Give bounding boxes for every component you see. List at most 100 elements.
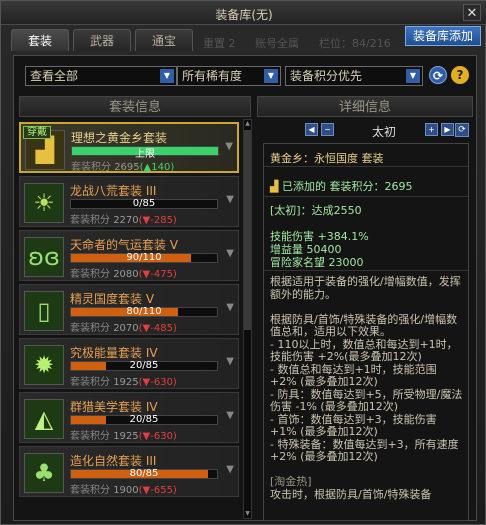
set-progress-text: 20/85 [129,360,159,371]
set-info-header: 套装信息 [19,96,251,117]
page-last-icon[interactable]: ▶ [441,123,454,136]
chevron-down-icon: ▼ [406,69,420,83]
detail-info-header: 详细信息 [257,96,473,117]
expand-chevron-icon[interactable]: ▼ [226,302,234,313]
ghost-text-1: 重置 2 [203,37,236,50]
page-prev-icon[interactable]: − [321,123,334,136]
set-score-value: 1900 [113,485,139,496]
set-score-label: 套装积分 [70,323,114,334]
set-progress-text: 90/110 [126,252,162,263]
set-list-item[interactable]: ʚɞ 天命者的气运套装 V 90/110 套装积分 2080(▼-475) ▼ [19,230,239,281]
set-list-scrollbar[interactable]: ▲ ▼ [243,119,252,519]
expand-chevron-icon[interactable]: ▼ [226,248,234,259]
set-progress-bar: 80/85 [70,468,218,479]
rarity-filter-value: 所有稀有度 [182,69,243,83]
help-icon[interactable]: ? [451,66,469,84]
filter-bar: 查看全部 ▼ 所有稀有度 ▼ 装备积分优先 ▼ ⟳ ? [15,66,475,88]
set-score-label: 套装积分 [70,215,114,226]
tree-icon: ♣ [24,453,64,493]
expand-chevron-icon[interactable]: ▼ [226,356,234,367]
view-filter-select[interactable]: 查看全部 ▼ [25,66,177,86]
set-list-item[interactable]: ♣ 造化自然套装 III 80/85 套装积分 1900(▼-655) ▼ [19,446,239,497]
set-name: 究极能量套装 IV [70,346,158,360]
set-score: 套装积分 2080(▼-475) [70,265,177,280]
ghost-text-2: 账号全属 [255,37,299,50]
equipment-library-window: 装备库(无) ✕ 套装 武器 通宝 重置 2 账号全属 栏位：84/216 装备… [0,0,486,525]
detail-pager: ◀ − 太初 + ▶ [305,123,465,139]
set-score: 套装积分 1900(▼-655) [70,481,177,496]
view-filter-value: 查看全部 [30,69,79,83]
detail-refresh-icon[interactable]: ⟳ [455,123,469,137]
expand-chevron-icon[interactable]: ▼ [226,410,234,421]
detail-panel: ◀ − 太初 + ▶ ⟳ 黄金乡：永恒国度 套装 ▟ 已添加的 套装积分：269… [257,119,475,523]
set-score: 套装积分 1925(▼-630) [70,373,177,388]
set-score-delta: (▼-655) [138,485,177,496]
page-first-icon[interactable]: ◀ [305,123,318,136]
divider [264,166,468,167]
expand-chevron-icon[interactable]: ▼ [225,141,233,152]
detail-description-line: - 110以上时，数值总和每达到+1时，技能伤害 +2%(最多叠加12次) [270,337,458,363]
scroll-up-icon[interactable]: ▲ [244,120,251,128]
divider [264,196,468,197]
butterfly-icon: ʚɞ [24,237,64,277]
detail-content-box: 黄金乡：永恒国度 套装 ▟ 已添加的 套装积分：2695 [太初]：达成2550… [263,143,469,521]
energy-burst-icon: ✹ [24,345,64,385]
chevron-down-icon: ▼ [264,69,278,83]
set-score-value: 2080 [113,269,139,280]
rarity-filter-select[interactable]: 所有稀有度 ▼ [177,66,281,86]
set-score: 套装积分 1925(▼-630) [70,427,177,442]
detail-description-line: - 防具：数值每达到+5，所受物理/魔法伤害 -1% (最多叠加12次) [270,387,463,413]
detail-description-line: 攻击时，根据防具/首饰/特殊装备 [270,487,432,501]
set-progress-text: 0/85 [132,198,156,209]
set-score-label: 套装积分 [70,431,114,442]
set-name: 龙战八荒套装 III [70,184,157,198]
set-score-delta: (▼-475) [138,269,177,280]
detail-stat: 冒险家名望 23000 [270,256,364,269]
wolf-icon: ◭ [24,399,64,439]
set-name: 造化自然套装 III [70,454,157,468]
set-score-value: 2270 [113,215,139,226]
set-score-value: 2695 [114,162,140,173]
title-bar: 装备库(无) ✕ [1,1,486,25]
set-score: 套装积分 2270(▼-285) [70,211,177,226]
set-name: 理想之黄金乡套装 [71,131,168,145]
detail-description-line: [淘金热] [270,475,312,488]
set-score-delta: (▼-485) [138,323,177,334]
set-list-item[interactable]: ▟ 穿戴 理想之黄金乡套装 上限 套装积分 2695(▲140) ▼ [19,122,239,173]
refresh-icon[interactable]: ⟳ [429,66,447,84]
set-progress-bar: 20/85 [70,414,218,425]
detail-description-line: - 特殊装备：数值每达到+3，所有速度 +2% (最多叠加12次) [270,437,459,463]
detail-description-line: 根据适用于装备的强化/增幅数值，发挥额外的能力。 [270,275,461,301]
detail-description-line [270,301,466,314]
set-score-label: 套装积分 [71,162,115,173]
window-title: 装备库(无) [215,8,273,22]
add-to-library-button[interactable]: 装备库添加 [405,26,481,46]
tab-bar: 套装 武器 通宝 [11,29,193,51]
sort-select[interactable]: 装备积分优先 ▼ [285,66,423,86]
tab-weapons[interactable]: 武器 [73,29,131,51]
detail-description: 根据适用于装备的强化/增幅数值，发挥额外的能力。 根据防具/首饰/特殊装备的强化… [270,275,466,501]
tab-sets[interactable]: 套装 [11,29,69,51]
close-icon[interactable]: ✕ [463,4,481,21]
sunrise-icon: ☀ [24,183,64,223]
detail-description-line: 根据防具/首饰/特殊装备的强化/增幅数值总和，适用以下效果。 [270,312,458,338]
set-list-item[interactable]: ☀ 龙战八荒套装 III 0/85 套装积分 2270(▼-285) ▼ [19,176,239,227]
set-progress-text: 80/110 [126,306,162,317]
set-progress-bar: 0/85 [70,198,218,209]
set-list: ▟ 穿戴 理想之黄金乡套装 上限 套装积分 2695(▲140) ▼ ☀ 龙战八荒套装 III… [19,119,255,523]
set-score-delta: (▼-285) [138,215,177,226]
gold-bars-icon: ▟ [270,180,279,193]
page-next-icon[interactable]: + [425,123,438,136]
scroll-down-icon[interactable]: ▼ [244,510,251,518]
tab-tongbao[interactable]: 通宝 [135,29,193,51]
set-list-item[interactable]: ◭ 群猎美学套装 IV 20/85 套装积分 1925(▼-630) ▼ [19,392,239,443]
set-name: 精灵国度套装 V [70,292,155,306]
expand-chevron-icon[interactable]: ▼ [226,194,234,205]
set-progress-bar: 90/110 [70,252,218,263]
set-score-label: 套装积分 [70,485,114,496]
set-score: 套装积分 2070(▼-485) [70,319,177,334]
scroll-thumb[interactable] [244,130,251,330]
set-list-item[interactable]: ▯ 精灵国度套装 V 80/110 套装积分 2070(▼-485) ▼ [19,284,239,335]
set-list-item[interactable]: ✹ 究极能量套装 IV 20/85 套装积分 1925(▼-630) ▼ [19,338,239,389]
expand-chevron-icon[interactable]: ▼ [226,464,234,475]
